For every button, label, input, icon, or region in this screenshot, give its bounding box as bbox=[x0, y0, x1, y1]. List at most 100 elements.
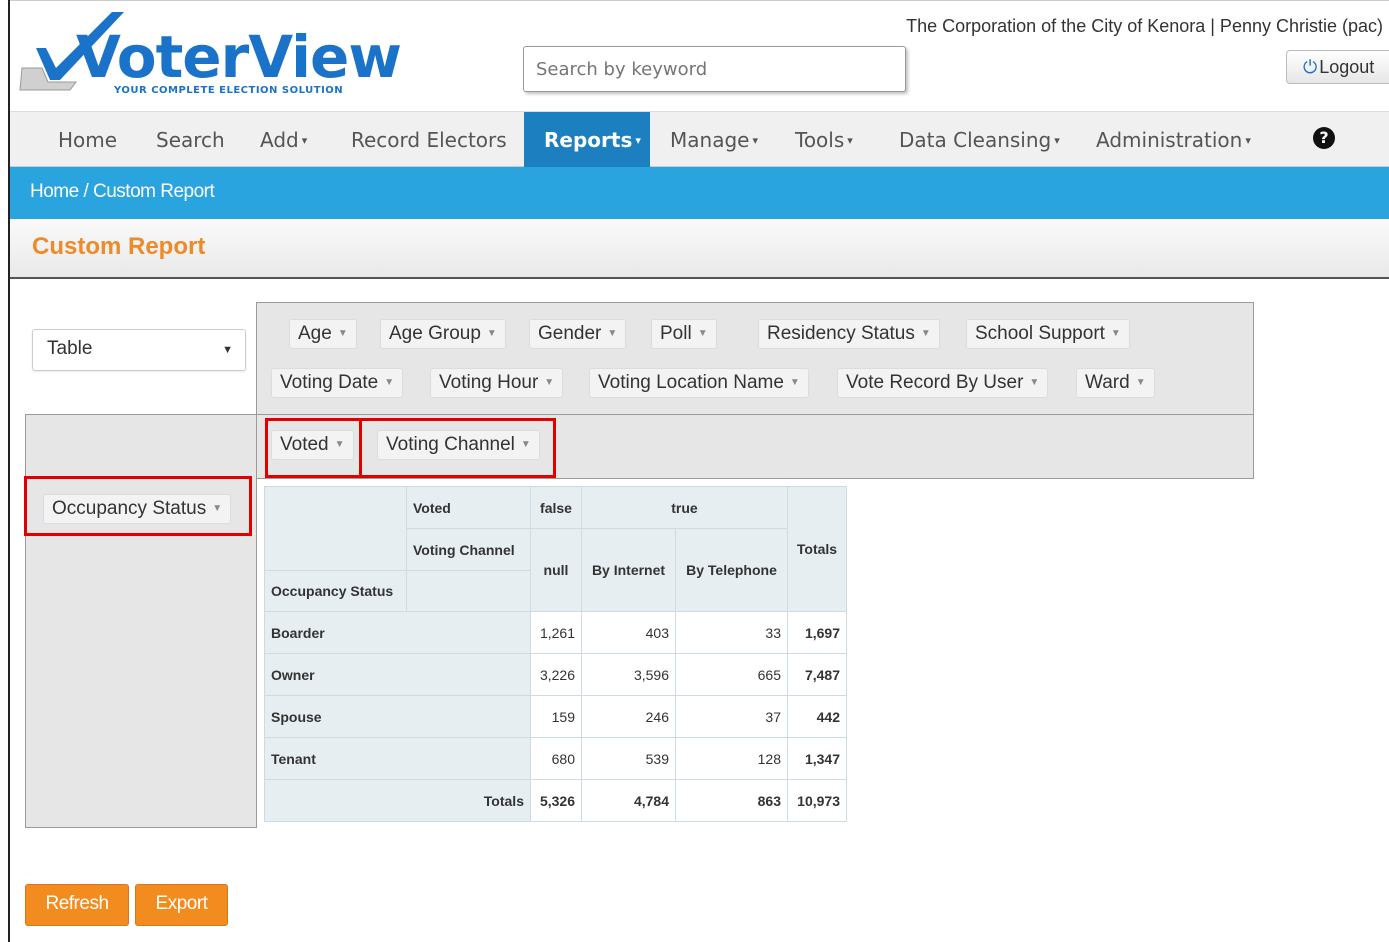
field-pill-vote-record-by-user[interactable]: Vote Record By User ▼ bbox=[837, 368, 1049, 398]
field-pill-age[interactable]: Age ▼ bbox=[289, 319, 357, 349]
totals-row-label: Totals bbox=[264, 779, 531, 822]
nav-record-electors[interactable]: Record Electors bbox=[351, 112, 507, 168]
field-pill-age-group[interactable]: Age Group ▼ bbox=[380, 319, 506, 349]
field-pill-voting-date[interactable]: Voting Date ▼ bbox=[271, 368, 404, 398]
table-cell: 159 bbox=[530, 695, 582, 738]
row-label: Tenant bbox=[264, 737, 531, 780]
nav-administration-label: Administration bbox=[1096, 128, 1243, 152]
table-row: Boarder 1,261 403 33 1,697 bbox=[264, 611, 847, 654]
field-pill-voting-channel[interactable]: Voting Channel ▼ bbox=[377, 430, 540, 460]
table-cell: 1,261 bbox=[530, 611, 582, 654]
col-header-by-telephone: By Telephone bbox=[675, 528, 788, 612]
table-row: Tenant 680 539 128 1,347 bbox=[264, 737, 847, 780]
row-label: Owner bbox=[264, 653, 531, 696]
brand-tagline: YOUR COMPLETE ELECTION SOLUTION bbox=[114, 85, 344, 96]
page-title-strip: Custom Report bbox=[10, 219, 1389, 279]
column-attributes-area: Voted ▼ Voting Channel ▼ bbox=[256, 414, 1254, 479]
table-cell: 3,226 bbox=[530, 653, 582, 696]
field-pill-voting-hour[interactable]: Voting Hour ▼ bbox=[430, 368, 564, 398]
triangle-down-icon[interactable]: ▼ bbox=[1029, 377, 1039, 388]
renderer-select[interactable]: Table ▼ bbox=[32, 329, 246, 371]
nav-search[interactable]: Search bbox=[156, 112, 225, 168]
triangle-down-icon[interactable]: ▼ bbox=[335, 439, 345, 450]
row-total-cell: 1,347 bbox=[787, 737, 847, 780]
col-header-totals: Totals bbox=[787, 486, 847, 612]
row-total-cell: 7,487 bbox=[787, 653, 847, 696]
col-total-cell: 863 bbox=[675, 779, 788, 822]
col-header-by-internet: By Internet bbox=[581, 528, 676, 612]
nav-add[interactable]: Add ▾ bbox=[260, 112, 307, 168]
field-pill-label: Voted bbox=[280, 434, 329, 455]
export-button[interactable]: Export bbox=[135, 884, 228, 926]
field-pill-label: Poll bbox=[660, 323, 692, 344]
triangle-down-icon[interactable]: ▼ bbox=[521, 439, 531, 450]
col-header-false: false bbox=[530, 486, 582, 529]
field-pill-label: School Support bbox=[975, 323, 1105, 344]
nav-reports[interactable]: Reports ▾ bbox=[524, 112, 650, 168]
triangle-down-icon[interactable]: ▼ bbox=[790, 377, 800, 388]
nav-data-cleansing[interactable]: Data Cleansing ▾ bbox=[899, 112, 1060, 168]
nav-tools[interactable]: Tools ▾ bbox=[795, 112, 853, 168]
caret-down-icon: ▾ bbox=[752, 134, 758, 147]
col-total-cell: 5,326 bbox=[530, 779, 582, 822]
field-pill-school-support[interactable]: School Support ▼ bbox=[966, 319, 1130, 349]
field-pill-label: Residency Status bbox=[767, 323, 915, 344]
table-cell: 539 bbox=[581, 737, 676, 780]
field-pill-label: Ward bbox=[1085, 372, 1130, 393]
triangle-down-icon[interactable]: ▼ bbox=[1111, 328, 1121, 339]
caret-down-icon: ▾ bbox=[847, 134, 853, 147]
row-total-cell: 442 bbox=[787, 695, 847, 738]
col-attr-voted: Voted bbox=[406, 486, 531, 529]
field-pill-label: Voting Hour bbox=[439, 372, 539, 393]
triangle-down-icon[interactable]: ▼ bbox=[607, 328, 617, 339]
nav-manage[interactable]: Manage ▾ bbox=[670, 112, 758, 168]
triangle-down-icon[interactable]: ▼ bbox=[338, 328, 348, 339]
page-frame-top bbox=[8, 0, 1389, 1]
table-row: Spouse 159 246 37 442 bbox=[264, 695, 847, 738]
field-pill-residency-status[interactable]: Residency Status ▼ bbox=[758, 319, 940, 349]
nav-reports-label: Reports bbox=[544, 128, 633, 152]
field-pill-gender[interactable]: Gender ▼ bbox=[529, 319, 627, 349]
field-pill-label: Vote Record By User bbox=[846, 372, 1024, 393]
field-pill-ward[interactable]: Ward ▼ bbox=[1076, 368, 1155, 398]
logout-button[interactable]: ⏻ Logout bbox=[1286, 50, 1389, 84]
nav-data-cleansing-label: Data Cleansing bbox=[899, 128, 1052, 152]
organization-user-line: The Corporation of the City of Kenora | … bbox=[906, 16, 1383, 36]
search-input[interactable] bbox=[523, 46, 906, 92]
field-pill-voting-location-name[interactable]: Voting Location Name ▼ bbox=[589, 368, 809, 398]
nav-administration[interactable]: Administration ▾ bbox=[1096, 112, 1251, 168]
triangle-down-icon[interactable]: ▼ bbox=[698, 328, 708, 339]
caret-down-icon: ▾ bbox=[635, 134, 641, 147]
table-cell: 33 bbox=[675, 611, 788, 654]
col-header-true: true bbox=[581, 486, 788, 529]
field-pill-label: Age Group bbox=[389, 323, 481, 344]
voterview-logo[interactable]: VoterView YOUR COMPLETE ELECTION SOLUTIO… bbox=[16, 8, 416, 100]
field-pill-label: Voting Location Name bbox=[598, 372, 784, 393]
field-pill-poll[interactable]: Poll ▼ bbox=[651, 319, 717, 349]
main-nav: Home Search Add ▾ Record Electors Reports… bbox=[10, 111, 1389, 168]
refresh-button[interactable]: Refresh bbox=[25, 884, 129, 926]
triangle-down-icon[interactable]: ▼ bbox=[544, 377, 554, 388]
triangle-down-icon[interactable]: ▼ bbox=[1136, 377, 1146, 388]
col-attr-voting-channel: Voting Channel bbox=[406, 528, 531, 571]
nav-home[interactable]: Home bbox=[58, 112, 117, 168]
triangle-down-icon[interactable]: ▼ bbox=[487, 328, 497, 339]
table-cell: 3,596 bbox=[581, 653, 676, 696]
table-cell: 665 bbox=[675, 653, 788, 696]
page-title: Custom Report bbox=[32, 233, 206, 260]
caret-down-icon: ▾ bbox=[1054, 134, 1060, 147]
totals-row: Totals 5,326 4,784 863 10,973 bbox=[264, 779, 847, 822]
triangle-down-icon[interactable]: ▼ bbox=[212, 503, 222, 514]
field-pill-voted[interactable]: Voted ▼ bbox=[271, 430, 354, 460]
triangle-down-icon[interactable]: ▼ bbox=[384, 377, 394, 388]
breadcrumb-bar: Home / Custom Report bbox=[10, 167, 1389, 219]
breadcrumb[interactable]: Home / Custom Report bbox=[30, 181, 215, 203]
renderer-select-value: Table bbox=[47, 338, 93, 359]
nav-add-label: Add bbox=[260, 128, 299, 152]
question-circle-icon[interactable]: ? bbox=[1313, 127, 1335, 149]
table-cell: 128 bbox=[675, 737, 788, 780]
triangle-down-icon[interactable]: ▼ bbox=[921, 328, 931, 339]
field-pill-occupancy-status[interactable]: Occupancy Status ▼ bbox=[43, 494, 232, 524]
logout-label: Logout bbox=[1319, 57, 1375, 77]
table-row: Owner 3,226 3,596 665 7,487 bbox=[264, 653, 847, 696]
